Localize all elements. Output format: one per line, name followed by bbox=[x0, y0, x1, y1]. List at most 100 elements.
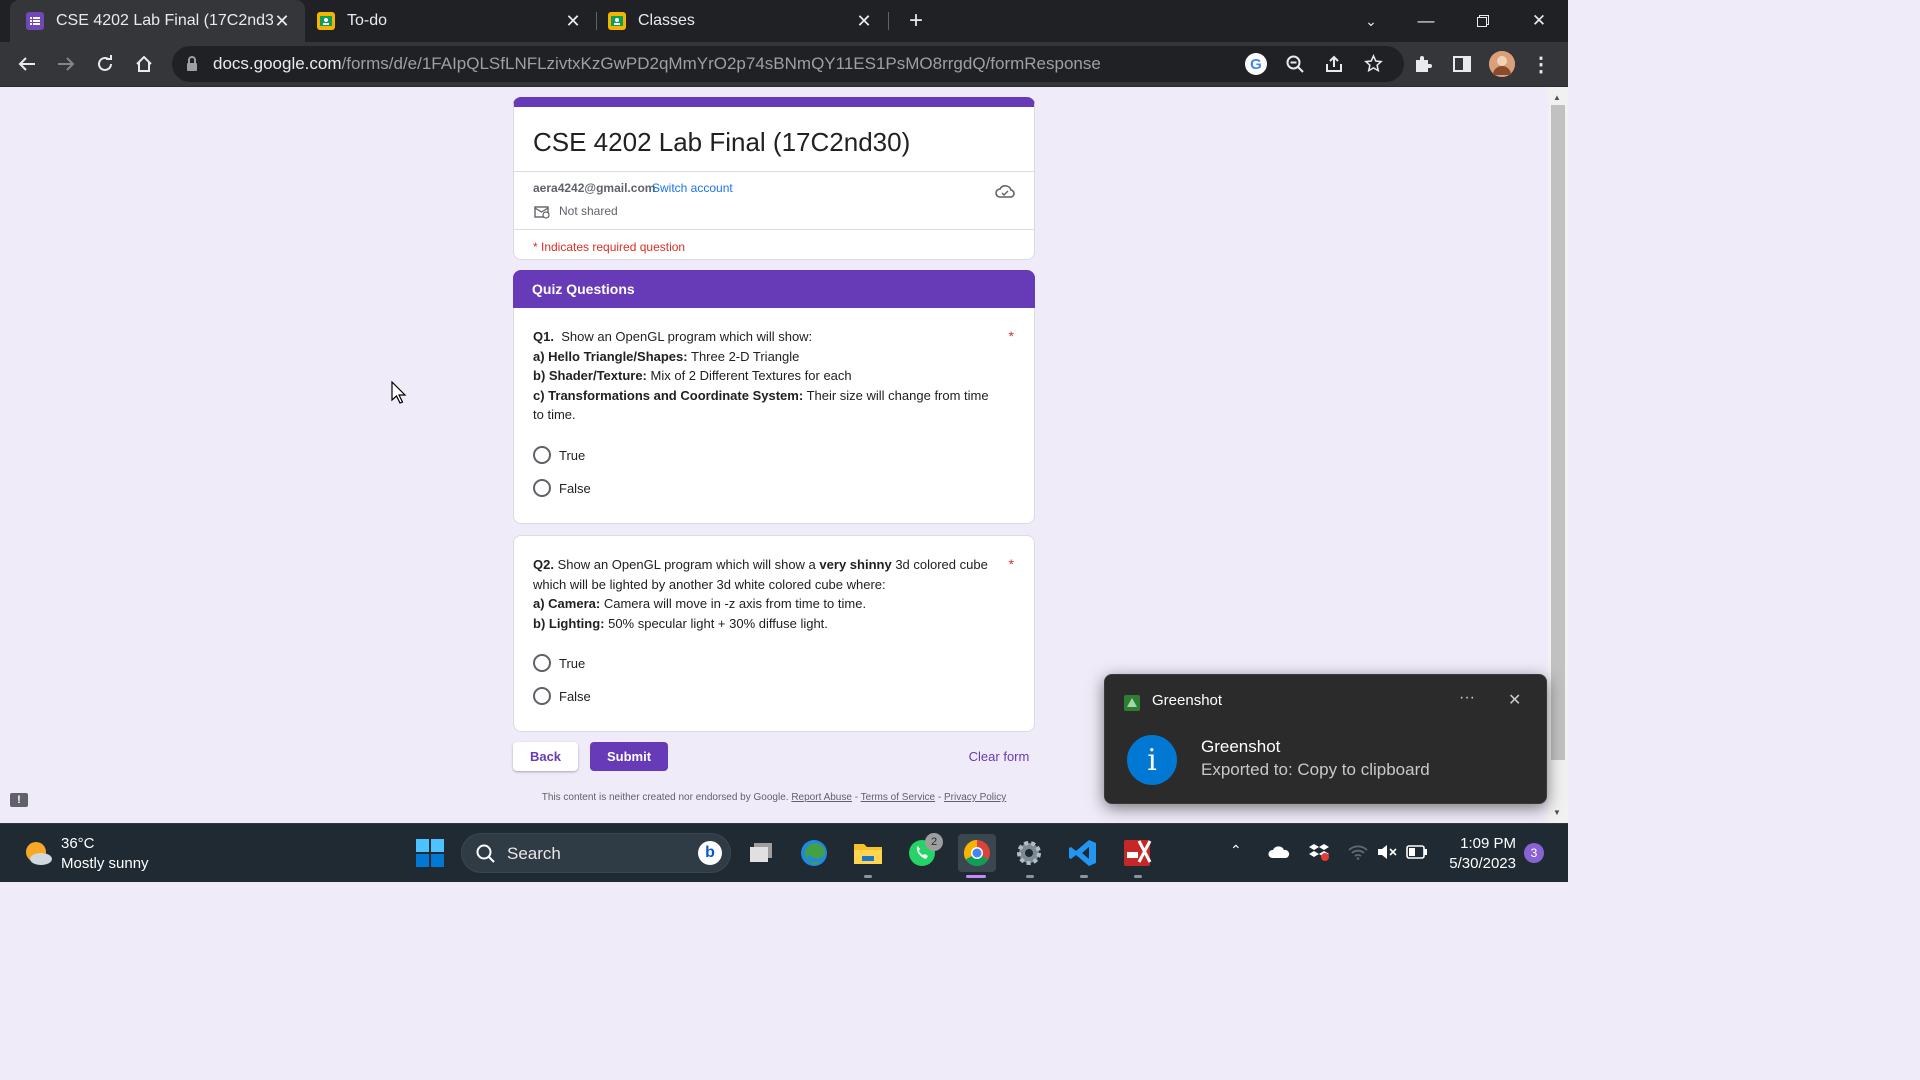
clear-form-button[interactable]: Clear form bbox=[960, 742, 1038, 771]
pdf-app[interactable] bbox=[1119, 835, 1155, 871]
radio-button[interactable] bbox=[533, 479, 551, 497]
scroll-up-arrow[interactable]: ▲ bbox=[1553, 93, 1561, 102]
gear-icon bbox=[1017, 841, 1041, 865]
lock-icon bbox=[187, 56, 197, 71]
back-nav-button[interactable] bbox=[14, 51, 40, 77]
search-placeholder: Search bbox=[507, 844, 561, 863]
google-classroom-icon bbox=[608, 12, 626, 30]
weather-sunny-icon[interactable] bbox=[22, 838, 54, 868]
notification-more-button[interactable]: ··· bbox=[1459, 689, 1475, 707]
puzzle-icon bbox=[1416, 56, 1432, 72]
radio-button[interactable] bbox=[533, 687, 551, 705]
zoom-out-icon[interactable] bbox=[1286, 55, 1304, 73]
address-bar[interactable]: docs.google.com/forms/d/e/1FAIpQLSfLNFLz… bbox=[172, 46, 1404, 82]
side-panel-icon bbox=[1453, 56, 1471, 72]
privacy-link[interactable]: Privacy Policy bbox=[944, 792, 1006, 803]
side-panel-button[interactable] bbox=[1449, 51, 1475, 77]
back-button[interactable]: Back bbox=[513, 742, 578, 771]
search-icon bbox=[476, 844, 495, 863]
task-view-icon bbox=[750, 843, 772, 862]
reload-icon bbox=[98, 55, 112, 71]
tab-forms[interactable]: CSE 4202 Lab Final (17C2nd30) ✕ bbox=[10, 0, 305, 42]
form-header-card: CSE 4202 Lab Final (17C2nd30) aera4242@g… bbox=[513, 97, 1035, 260]
question-card-q2: Q2. Show an OpenGL program which will sh… bbox=[513, 535, 1035, 732]
tab-todo[interactable]: To-do ✕ bbox=[301, 0, 596, 42]
battery-icon[interactable] bbox=[1406, 845, 1428, 859]
running-indicator bbox=[1134, 875, 1142, 878]
tab-title: To-do bbox=[347, 12, 388, 29]
clock-date[interactable]: 5/30/2023 bbox=[1440, 855, 1516, 872]
terms-link[interactable]: Terms of Service bbox=[861, 792, 935, 803]
notification-title: Greenshot bbox=[1201, 737, 1281, 756]
forward-nav-button[interactable] bbox=[53, 51, 79, 77]
account-email: aera4242@gmail.com bbox=[533, 181, 656, 195]
required-asterisk: * bbox=[1008, 328, 1014, 344]
extensions-button[interactable] bbox=[1410, 51, 1436, 77]
vscode-icon bbox=[1069, 840, 1096, 866]
task-view-button[interactable] bbox=[743, 835, 779, 871]
chevron-up-icon[interactable]: ⌃ bbox=[1230, 842, 1242, 859]
onedrive-icon[interactable] bbox=[1267, 844, 1291, 860]
taskbar-search[interactable]: Search b bbox=[461, 833, 731, 873]
notification-close-button[interactable]: ✕ bbox=[1508, 690, 1521, 710]
submit-button[interactable]: Submit bbox=[590, 742, 668, 771]
bing-icon[interactable]: b bbox=[698, 841, 722, 865]
chrome-icon bbox=[963, 839, 990, 867]
start-button[interactable] bbox=[412, 835, 448, 871]
chrome-menu-button[interactable]: ⋮ bbox=[1528, 51, 1554, 77]
home-button[interactable] bbox=[131, 51, 157, 77]
close-window-button[interactable]: ✕ bbox=[1519, 6, 1559, 36]
scroll-down-arrow[interactable]: ▼ bbox=[1553, 808, 1561, 817]
report-abuse-link[interactable]: Report Abuse bbox=[791, 792, 852, 803]
home-icon bbox=[136, 55, 152, 72]
reload-button[interactable] bbox=[92, 51, 118, 77]
feedback-icon[interactable]: ! bbox=[10, 793, 28, 807]
q1-text: Q1. Show an OpenGL program which will sh… bbox=[533, 329, 989, 423]
weather-temperature[interactable]: 36°C bbox=[61, 835, 95, 852]
arrow-right-icon bbox=[58, 57, 75, 71]
wifi-icon[interactable] bbox=[1348, 844, 1368, 860]
weather-description[interactable]: Mostly sunny bbox=[61, 855, 149, 872]
arrow-left-icon bbox=[18, 57, 35, 71]
new-tab-button[interactable]: + bbox=[896, 6, 936, 36]
scrollbar-thumb[interactable] bbox=[1551, 105, 1565, 760]
q2-option-false[interactable]: False bbox=[533, 687, 591, 705]
question-card-q1: Q1. Show an OpenGL program which will sh… bbox=[513, 308, 1035, 524]
q1-option-true[interactable]: True bbox=[533, 446, 585, 464]
restore-button[interactable] bbox=[1463, 6, 1503, 36]
google-forms-icon bbox=[26, 12, 44, 30]
tab-classes[interactable]: Classes ✕ bbox=[592, 0, 887, 42]
close-tab-icon[interactable]: ✕ bbox=[273, 11, 291, 32]
radio-button[interactable] bbox=[533, 446, 551, 464]
clock-time[interactable]: 1:09 PM bbox=[1440, 835, 1516, 852]
radio-button[interactable] bbox=[533, 654, 551, 672]
share-icon[interactable] bbox=[1325, 55, 1343, 73]
chrome-app[interactable] bbox=[958, 834, 996, 872]
tab-title: Classes bbox=[638, 12, 695, 29]
not-shared-icon bbox=[534, 206, 550, 219]
notification-count-badge[interactable]: 3 bbox=[1524, 843, 1544, 863]
q2-option-true[interactable]: True bbox=[533, 654, 585, 672]
tab-search-button[interactable]: ⌄ bbox=[1351, 6, 1391, 36]
greenshot-notification[interactable]: Greenshot ··· ✕ i Greenshot Exported to:… bbox=[1104, 674, 1547, 804]
close-tab-icon[interactable]: ✕ bbox=[855, 11, 873, 32]
google-lens-icon[interactable]: G bbox=[1245, 53, 1267, 75]
page-scrollbar[interactable]: ▲ ▼ bbox=[1548, 87, 1568, 823]
star-icon[interactable] bbox=[1364, 54, 1383, 73]
edge-app[interactable] bbox=[796, 835, 832, 871]
file-explorer-app[interactable] bbox=[850, 835, 886, 871]
divider bbox=[514, 171, 1034, 172]
volume-muted-icon[interactable] bbox=[1377, 844, 1397, 860]
minimize-button[interactable]: — bbox=[1406, 6, 1446, 36]
notification-app-name: Greenshot bbox=[1152, 692, 1223, 709]
close-tab-icon[interactable]: ✕ bbox=[564, 11, 582, 32]
vscode-app[interactable] bbox=[1065, 835, 1101, 871]
profile-avatar[interactable] bbox=[1489, 51, 1515, 77]
dropbox-icon[interactable] bbox=[1309, 842, 1331, 862]
avatar-icon bbox=[1489, 51, 1515, 77]
running-indicator bbox=[1080, 875, 1088, 878]
pdf-icon bbox=[1124, 840, 1152, 866]
switch-account-link[interactable]: Switch account bbox=[652, 181, 733, 195]
q1-option-false[interactable]: False bbox=[533, 479, 591, 497]
settings-app[interactable] bbox=[1011, 835, 1047, 871]
